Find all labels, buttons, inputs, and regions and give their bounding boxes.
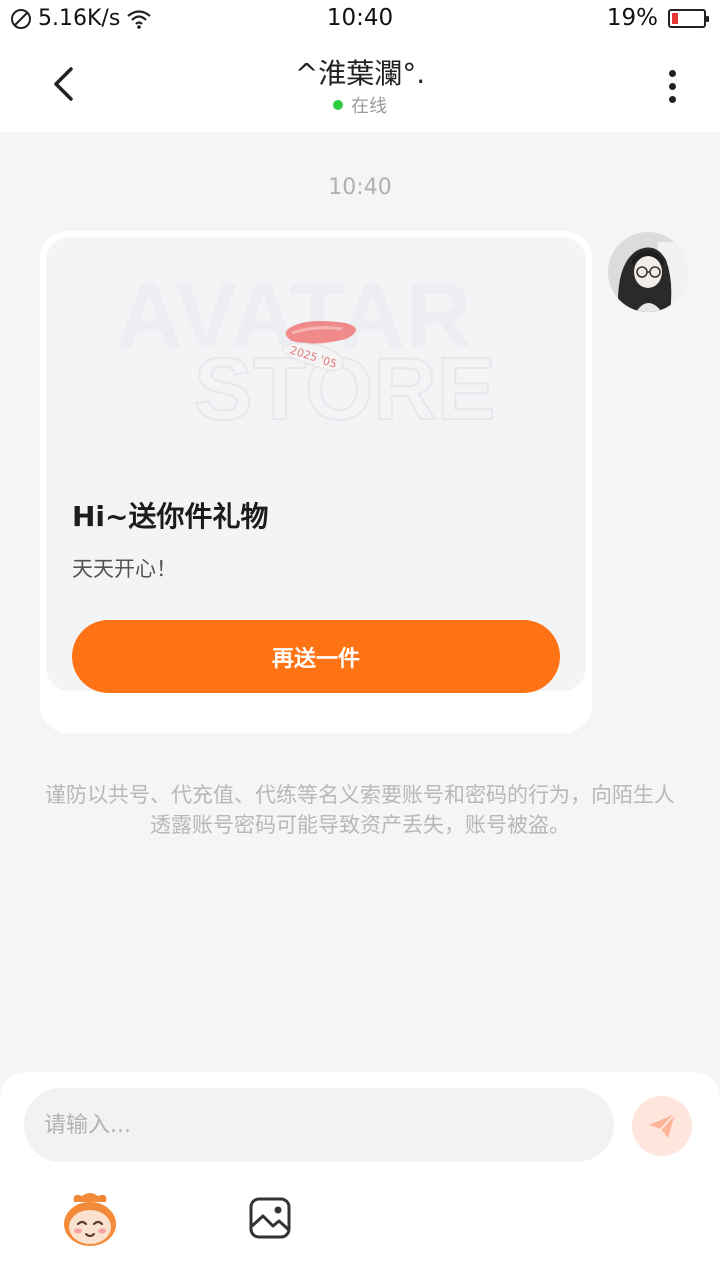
image-icon [249,1197,291,1239]
more-dot-icon [668,82,676,90]
online-status-label: 在线 [351,96,387,117]
image-picker-button[interactable] [248,1196,292,1240]
more-options-button[interactable] [652,64,692,108]
message-timestamp: 10:40 [328,175,392,200]
gift-title: Hi~送你件礼物 [72,500,269,533]
gift-subtitle: 天天开心！ [72,557,177,581]
battery-icon [668,8,709,28]
input-panel [0,1072,720,1280]
battery-percent: 19% [606,5,658,31]
message-input[interactable] [24,1088,614,1162]
gift-message-card[interactable]: AVATAR STORE 2025 '05 Hi~送你件礼物 天天开心！ 再送一… [40,231,592,733]
send-button[interactable] [632,1096,692,1156]
status-bar: 5.16K/s 10:40 19% [0,0,720,38]
send-another-gift-button[interactable]: 再送一件 [72,620,560,693]
contact-name: ^淮葉瀾°. [294,57,426,90]
sticker-button[interactable] [60,1190,120,1250]
watermark-text: STORE [194,339,496,438]
security-warning: 谨防以共号、代充值、代练等名义索要账号和密码的行为，向陌生人透露账号密码可能导致… [45,783,675,837]
online-dot-icon [333,100,343,110]
nav-bar: ^淮葉瀾°. 在线 [0,38,720,132]
sender-avatar[interactable] [608,232,688,312]
more-dot-icon [668,95,676,103]
online-status: 在线 [0,92,720,118]
mascot-face-icon [64,1193,116,1246]
send-icon [649,1113,676,1138]
status-right: 19% [606,5,709,31]
more-dot-icon [668,69,676,77]
